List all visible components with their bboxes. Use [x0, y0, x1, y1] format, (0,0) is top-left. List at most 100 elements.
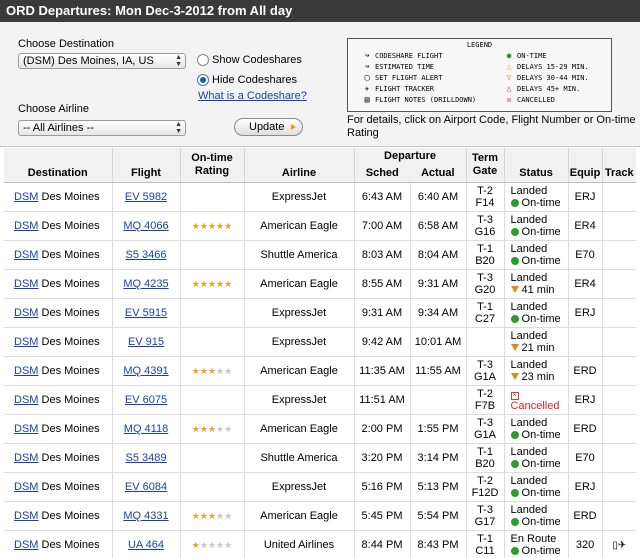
flight-number-link[interactable]: MQ 4235 [123, 278, 168, 290]
flight-number-link[interactable]: S5 3466 [126, 249, 167, 261]
flight-number-link[interactable]: MQ 4066 [123, 220, 168, 232]
star-icon: ★ [191, 540, 200, 550]
equip-cell: ERD [567, 356, 603, 386]
status-detail: 41 min [510, 284, 568, 296]
status-text: Landed [510, 243, 548, 255]
ontime-rating-stars[interactable]: ★★★★★ [192, 221, 232, 231]
actual-cell: 8:43 PM [409, 530, 467, 558]
star-icon: ★ [199, 366, 208, 376]
status-detail: 21 min [510, 342, 568, 354]
legend-label: DELAYS 15-29 MIN. [517, 62, 589, 71]
star-icon: ★ [199, 279, 208, 289]
ontime-rating-stars[interactable]: ★★★★★ [192, 279, 232, 289]
status-text: Landed [510, 446, 548, 458]
terminal: T-2 [477, 185, 493, 197]
ontime-rating-stars[interactable]: ★★★★★ [192, 424, 232, 434]
airport-code-link[interactable]: DSM [14, 510, 38, 522]
status-text: Landed [510, 214, 548, 226]
flight-number-link[interactable]: EV 5915 [125, 307, 167, 319]
destination-cell: DSM Des Moines [4, 443, 112, 473]
actual-cell: 11:55 AM [409, 356, 467, 386]
status-detail-text: 21 min [521, 342, 555, 354]
flight-number-link[interactable]: MQ 4331 [123, 510, 168, 522]
legend-label: SET FLIGHT ALERT [375, 73, 443, 82]
flight-tracker-icon[interactable]: ▯✈ [612, 540, 626, 551]
status-detail-text: 41 min [521, 284, 555, 296]
airline-select[interactable]: -- All Airlines -- ▲ ▼ [18, 120, 186, 136]
col-status: Status [503, 148, 569, 183]
flight-number-link[interactable]: EV 5982 [125, 191, 167, 203]
term-gate-cell: T-3 G1A [465, 414, 505, 444]
airport-code-link[interactable]: DSM [14, 249, 38, 261]
flight-number-link[interactable]: EV 6084 [125, 481, 167, 493]
status-detail-text: 23 min [521, 371, 555, 383]
flight-number-link[interactable]: EV 6075 [125, 394, 167, 406]
track-cell [601, 327, 637, 357]
flight-number-link[interactable]: MQ 4118 [124, 423, 168, 435]
airport-code-link[interactable]: DSM [14, 394, 38, 406]
flight-number-link[interactable]: S5 3489 [126, 452, 167, 464]
col-term-gate: Term Gate [465, 148, 505, 183]
destination-city: Des Moines [41, 307, 100, 319]
status-cell: ×Cancelled [503, 385, 569, 415]
col-track: Track [601, 148, 637, 183]
star-icon: ★ [207, 366, 217, 376]
term-gate-cell: T-1 B20 [465, 240, 505, 270]
destination-cell: DSM Des Moines [4, 269, 112, 299]
airport-code-link[interactable]: DSM [14, 307, 38, 319]
gate: G17 [474, 516, 496, 528]
show-codeshares-option[interactable]: Show Codeshares [197, 54, 302, 66]
col-equip: Equip [567, 148, 603, 183]
flight-cell: MQ 4331 [111, 501, 180, 531]
flight-number-link[interactable]: EV 915 [128, 336, 164, 348]
airport-code-link[interactable]: DSM [14, 220, 38, 232]
codeshare-help-link[interactable]: What is a Codeshare? [198, 90, 307, 102]
page-title: ORD Departures: Mon Dec-3-2012 from All … [0, 0, 640, 22]
airport-code-link[interactable]: DSM [14, 336, 38, 348]
airport-code-link[interactable]: DSM [14, 191, 38, 203]
sched-cell: 8:03 AM [353, 240, 410, 270]
track-cell [601, 472, 637, 502]
status-cell: Landed On-time [503, 211, 569, 241]
flight-cell: S5 3466 [111, 240, 180, 270]
table-row: DSM Des Moines S5 3489 Shuttle America 3:20… [4, 443, 637, 473]
destination-select[interactable]: (DSM) Des Moines, IA, US ▲ ▼ [18, 53, 186, 69]
airport-code-link[interactable]: DSM [14, 539, 38, 551]
term-gate-cell: T-1 C11 [465, 530, 505, 558]
terminal: T-3 [477, 214, 493, 226]
airport-code-link[interactable]: DSM [14, 278, 38, 290]
update-button[interactable]: Update [234, 118, 304, 136]
status-detail-text: On-time [521, 487, 561, 499]
airport-code-link[interactable]: DSM [14, 423, 38, 435]
actual-cell: 6:58 AM [409, 211, 467, 241]
status-cell: Landed On-time [503, 443, 569, 473]
airport-code-link[interactable]: DSM [14, 452, 38, 464]
hide-codeshares-option[interactable]: Hide Codeshares [197, 74, 297, 86]
star-empty-icon: ★ [224, 366, 233, 376]
gate: G1A [474, 371, 497, 383]
star-icon: ★ [191, 279, 200, 289]
show-codeshares-radio[interactable] [197, 54, 209, 66]
ontime-rating-stars[interactable]: ★★★★★ [192, 511, 232, 521]
airport-code-link[interactable]: DSM [14, 365, 38, 377]
status-text: En Route [510, 533, 557, 545]
legend-cancelled: ☒ CANCELLED [504, 95, 555, 104]
equip-cell [567, 327, 603, 357]
flight-number-link[interactable]: UA 464 [128, 539, 164, 551]
hide-codeshares-radio[interactable] [197, 74, 209, 86]
airport-code-link[interactable]: DSM [14, 481, 38, 493]
legend: LEGEND ↝ CODESHARE FLIGHT ↝ ESTIMATED TIME… [347, 38, 612, 112]
airline-cell: Shuttle America [243, 240, 354, 270]
ontime-rating-stars[interactable]: ★★★★★ [192, 366, 232, 376]
flight-cell: MQ 4391 [111, 356, 180, 386]
ontime-rating-stars[interactable]: ★★★★★ [192, 540, 232, 550]
track-cell [601, 182, 637, 212]
gate: G20 [474, 284, 496, 296]
details-note: For details, click on Airport Code, Flig… [347, 114, 636, 139]
flight-number-link[interactable]: MQ 4391 [123, 365, 168, 377]
term-gate-cell: T-3 G1A [465, 356, 505, 386]
status-cell: Landed On-time [503, 240, 569, 270]
status-detail-text: On-time [521, 545, 561, 557]
star-icon: ★ [199, 511, 208, 521]
sched-cell: 5:45 PM [353, 501, 410, 531]
